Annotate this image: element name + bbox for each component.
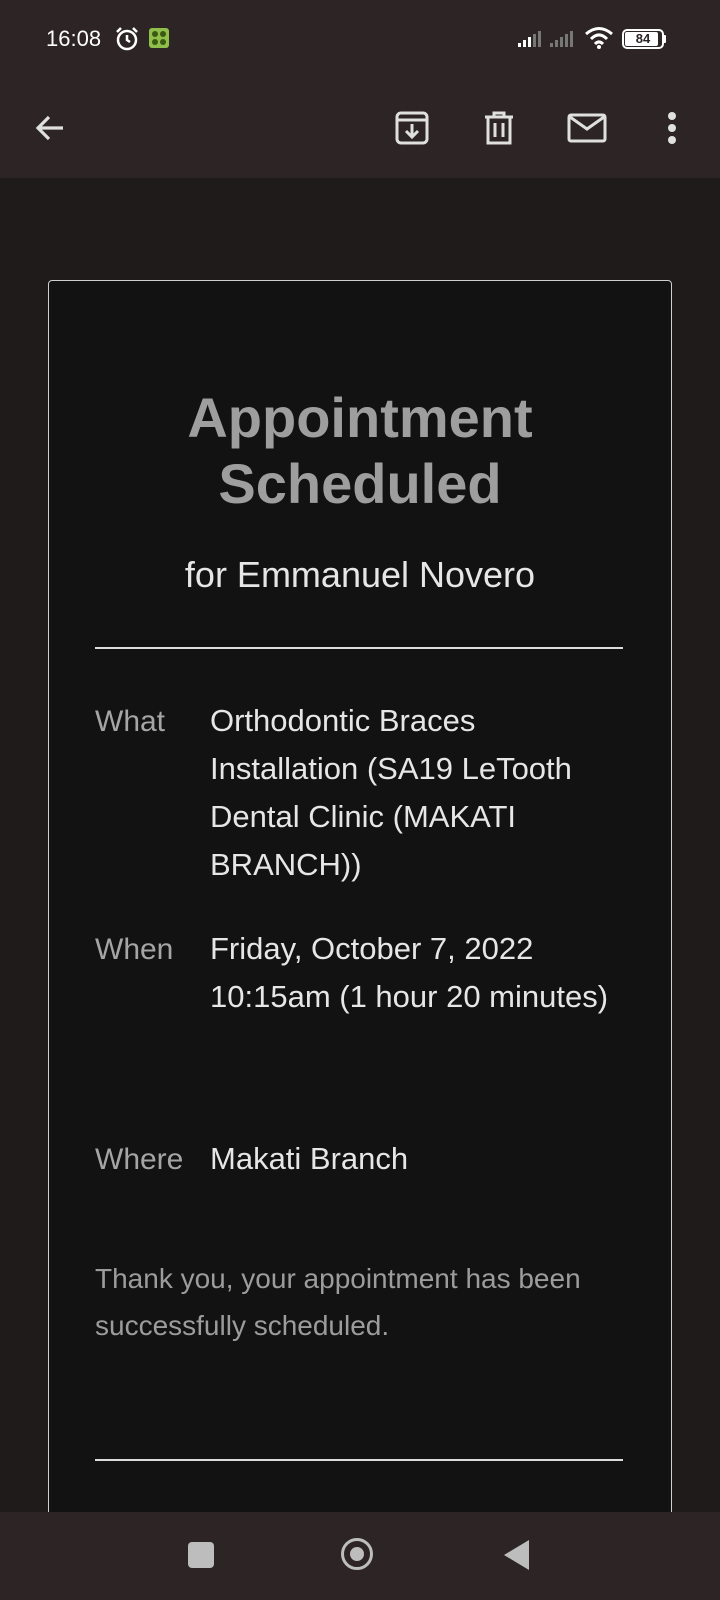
more-options-button[interactable] [642, 98, 702, 158]
divider [95, 1459, 623, 1461]
back-triangle-icon[interactable] [504, 1540, 529, 1570]
back-arrow-icon [35, 115, 63, 141]
title-line-1: Appointment [187, 386, 533, 449]
appointment-card: Appointment Scheduled for Emmanuel Nover… [48, 280, 672, 1530]
system-nav-bar [0, 1512, 720, 1600]
delete-icon [485, 111, 513, 145]
where-value: Makati Branch [210, 1141, 409, 1176]
archive-button[interactable] [382, 98, 442, 158]
mark-unread-button[interactable] [557, 98, 617, 158]
more-vert-icon [668, 112, 676, 144]
app-notification-icon [148, 27, 170, 49]
status-time: 16:08 [46, 26, 102, 51]
delete-button[interactable] [469, 98, 529, 158]
when-value: Friday, October 7, 2022 10:15am (1 hour … [210, 931, 609, 1014]
recents-square-icon[interactable] [188, 1542, 214, 1568]
archive-icon [395, 111, 429, 145]
signal-icon [518, 30, 542, 53]
email-toolbar [0, 78, 720, 178]
patient-name: for Emmanuel Novero [184, 554, 536, 595]
confirmation-message: Thank you, your appointment has been suc… [95, 1263, 581, 1341]
status-bar: 16:08 84 [0, 0, 720, 78]
battery-level: 84 [635, 31, 651, 46]
battery-icon: 84 [622, 29, 666, 49]
home-circle-icon[interactable] [341, 1538, 373, 1570]
what-value: Orthodontic Braces Installation (SA19 Le… [210, 703, 572, 882]
appointment-title: Appointment Scheduled [49, 385, 671, 517]
alarm-icon [114, 26, 140, 52]
where-label: Where [95, 1143, 184, 1176]
wifi-icon [584, 26, 614, 55]
when-label: When [95, 933, 174, 966]
what-label: What [95, 705, 166, 738]
title-line-2: Scheduled [218, 452, 502, 515]
back-button[interactable] [20, 98, 80, 158]
signal-icon [550, 30, 574, 53]
mark-unread-icon [567, 113, 607, 143]
divider [95, 647, 623, 649]
